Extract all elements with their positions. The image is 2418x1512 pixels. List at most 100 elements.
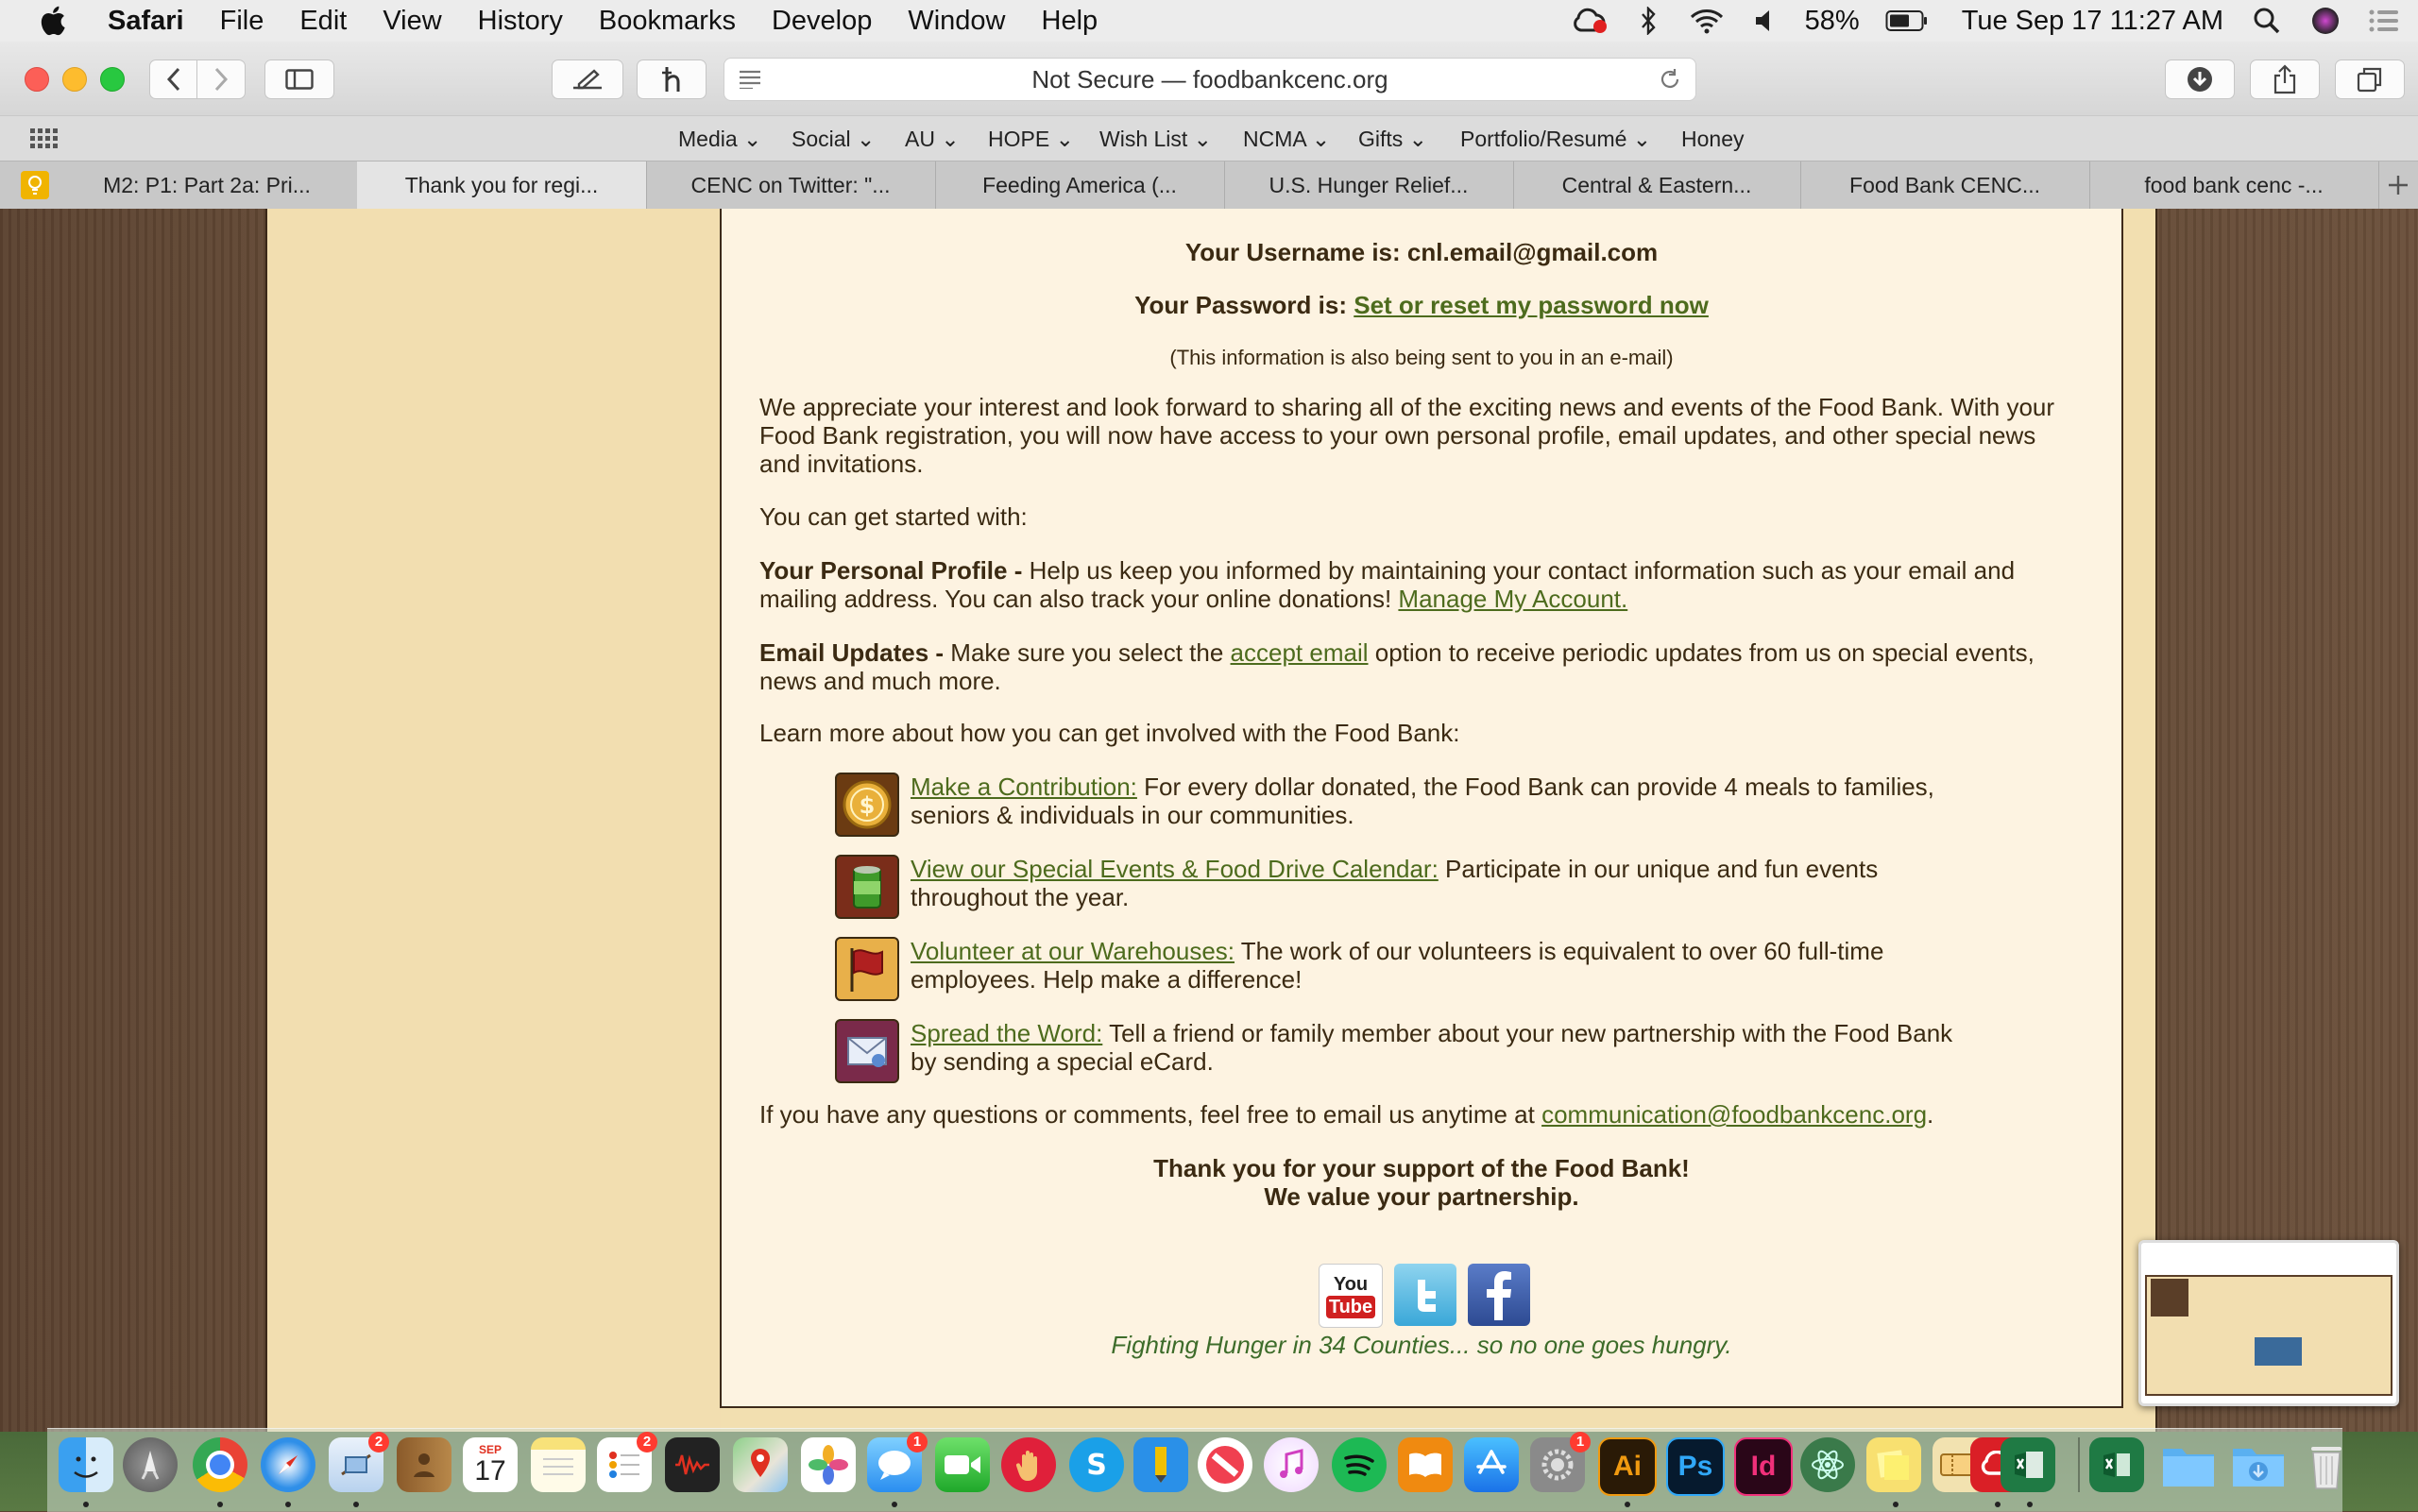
tab-m2-p1[interactable]: M2: P1: Part 2a: Pri... <box>57 161 358 209</box>
voice-memos-icon[interactable] <box>665 1437 720 1492</box>
downloads-button[interactable] <box>2165 59 2235 99</box>
favorite-social[interactable]: Social ⌄ <box>792 127 875 152</box>
menu-develop[interactable]: Develop <box>772 6 872 37</box>
favorite-gifts[interactable]: Gifts ⌄ <box>1358 127 1427 152</box>
coin-icon[interactable]: $ <box>835 773 899 837</box>
photos-icon[interactable] <box>801 1437 856 1492</box>
annotate-button[interactable] <box>552 59 623 99</box>
youtube-icon[interactable]: You Tube <box>1319 1264 1383 1328</box>
menu-file[interactable]: File <box>220 6 264 37</box>
tab-central-eastern[interactable]: Central & Eastern... <box>1513 161 1801 209</box>
system-preferences-icon[interactable]: 1 <box>1530 1432 1591 1492</box>
menu-window[interactable]: Window <box>908 6 1005 37</box>
battery-icon[interactable] <box>1884 6 1930 36</box>
tab-hunger-relief[interactable]: U.S. Hunger Relief... <box>1224 161 1514 209</box>
itunes-icon[interactable] <box>1264 1437 1319 1492</box>
tab-thank-you[interactable]: Thank you for regi... <box>357 161 647 209</box>
favorite-portfolio-resume[interactable]: Portfolio/Resumé ⌄ <box>1460 127 1651 152</box>
twitter-icon[interactable] <box>1394 1264 1456 1326</box>
notes-icon[interactable] <box>531 1437 586 1492</box>
favorite-ncma[interactable]: NCMA ⌄ <box>1243 127 1330 152</box>
chrome-icon[interactable] <box>193 1437 247 1492</box>
books-icon[interactable] <box>1398 1437 1453 1492</box>
wifi-icon[interactable] <box>1688 6 1726 36</box>
pencil-app-icon[interactable] <box>1133 1437 1188 1492</box>
favorite-media[interactable]: Media ⌄ <box>678 127 761 152</box>
maps-icon[interactable] <box>733 1437 788 1492</box>
siri-icon[interactable] <box>2307 6 2344 36</box>
launchpad-icon[interactable] <box>123 1437 178 1492</box>
volume-icon[interactable] <box>1746 6 1784 36</box>
menu-bookmarks[interactable]: Bookmarks <box>599 6 736 37</box>
app-store-icon[interactable] <box>1464 1437 1519 1492</box>
sidebar-toggle-button[interactable] <box>264 59 334 99</box>
new-tab-button[interactable] <box>2378 161 2418 209</box>
favorite-hope[interactable]: HOPE ⌄ <box>988 127 1074 152</box>
food-can-icon[interactable] <box>835 855 899 919</box>
spread-the-word-link[interactable]: Spread the Word: <box>911 1019 1102 1047</box>
facebook-icon[interactable] <box>1468 1264 1530 1326</box>
accept-email-link[interactable]: accept email <box>1231 638 1369 667</box>
clock[interactable]: Tue Sep 17 11:27 AM <box>1962 6 2223 37</box>
communication-email-link[interactable]: communication@foodbankcenc.org <box>1541 1100 1927 1129</box>
apple-menu-icon[interactable] <box>38 4 72 38</box>
events-calendar-link[interactable]: View our Special Events & Food Drive Cal… <box>911 855 1439 883</box>
share-button[interactable] <box>2250 59 2320 99</box>
tab-feeding-america[interactable]: Feeding America (... <box>935 161 1225 209</box>
ecard-envelope-icon[interactable] <box>835 1019 899 1083</box>
safari-icon[interactable] <box>261 1437 315 1492</box>
illustrator-icon[interactable]: Ai <box>1598 1437 1657 1496</box>
skype-icon[interactable]: S <box>1069 1437 1124 1492</box>
trash-icon[interactable] <box>2299 1437 2354 1492</box>
finder-icon[interactable] <box>59 1437 113 1492</box>
spotlight-search-icon[interactable] <box>2248 6 2286 36</box>
indesign-icon[interactable]: Id <box>1734 1437 1793 1496</box>
notification-center-icon[interactable] <box>2365 6 2403 36</box>
menu-help[interactable]: Help <box>1042 6 1098 37</box>
reset-password-link[interactable]: Set or reset my password now <box>1354 291 1709 319</box>
flag-icon[interactable] <box>835 937 899 1001</box>
menu-app-name[interactable]: Safari <box>108 6 184 37</box>
favorite-wish-list[interactable]: Wish List ⌄ <box>1099 127 1212 152</box>
minimize-window-button[interactable] <box>62 67 87 92</box>
news-icon[interactable] <box>1198 1437 1252 1492</box>
stickies-icon[interactable] <box>1866 1437 1921 1492</box>
atom-icon[interactable] <box>1800 1437 1855 1492</box>
volunteer-warehouses-link[interactable]: Volunteer at our Warehouses: <box>911 937 1235 965</box>
reader-view-icon[interactable] <box>738 70 762 89</box>
creative-cloud-status-icon[interactable] <box>1571 6 1609 36</box>
address-bar[interactable]: Not Secure — foodbankcenc.org <box>724 58 1696 101</box>
calendar-icon[interactable]: SEP 17 <box>463 1437 518 1492</box>
show-all-tabs-button[interactable] <box>2335 59 2405 99</box>
honey-extension-button[interactable] <box>637 59 707 99</box>
excel-icon[interactable] <box>2001 1437 2055 1492</box>
menu-history[interactable]: History <box>478 6 563 37</box>
bluetooth-icon[interactable] <box>1629 6 1667 36</box>
make-contribution-link[interactable]: Make a Contribution: <box>911 773 1137 801</box>
favorite-honey[interactable]: Honey <box>1681 127 1744 152</box>
menu-edit[interactable]: Edit <box>299 6 347 37</box>
facetime-icon[interactable] <box>935 1437 990 1492</box>
zoom-window-button[interactable] <box>100 67 125 92</box>
tab-icon-lightbulb[interactable] <box>21 171 49 199</box>
applications-folder-icon[interactable] <box>2161 1437 2216 1492</box>
tab-food-bank-cenc[interactable]: Food Bank CENC... <box>1800 161 2090 209</box>
close-window-button[interactable] <box>25 67 49 92</box>
photoshop-icon[interactable]: Ps <box>1666 1437 1725 1496</box>
tab-food-bank-search[interactable]: food bank cenc -... <box>2089 161 2379 209</box>
reminders-icon[interactable]: 2 <box>597 1432 657 1492</box>
downloads-folder-icon[interactable] <box>2231 1437 2286 1492</box>
contacts-icon[interactable] <box>397 1437 451 1492</box>
forward-button[interactable] <box>196 59 246 99</box>
hand-app-icon[interactable] <box>1001 1437 1056 1492</box>
spotify-icon[interactable] <box>1332 1437 1387 1492</box>
favorite-au[interactable]: AU ⌄ <box>905 127 960 152</box>
manage-account-link[interactable]: Manage My Account. <box>1398 585 1627 613</box>
mail-icon[interactable]: 2 <box>329 1432 389 1492</box>
menu-view[interactable]: View <box>383 6 441 37</box>
back-button[interactable] <box>149 59 198 99</box>
top-sites-grid-icon[interactable] <box>30 128 59 149</box>
messages-icon[interactable]: 1 <box>867 1432 928 1492</box>
reload-icon[interactable] <box>1658 67 1682 92</box>
screenshot-thumbnail[interactable] <box>2138 1240 2399 1406</box>
